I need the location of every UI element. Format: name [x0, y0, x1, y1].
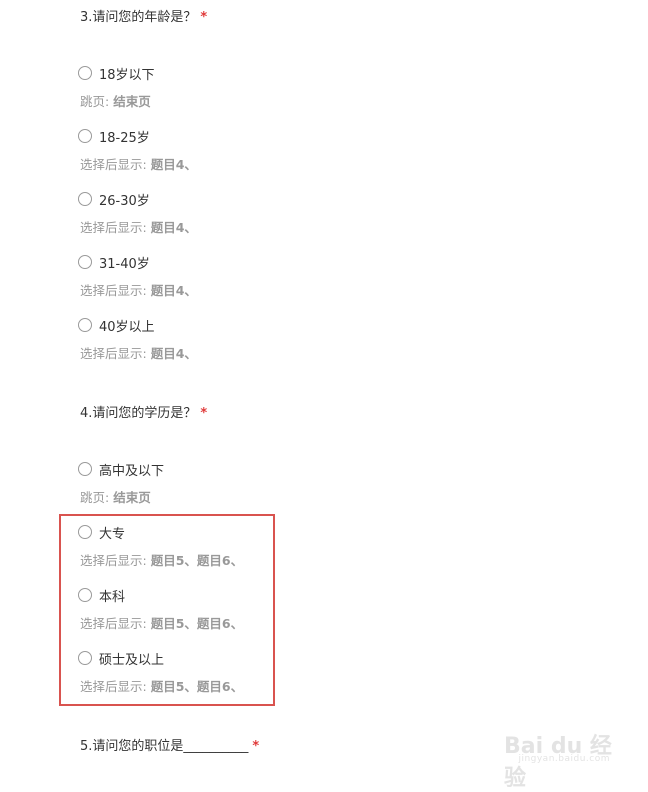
- option-note: 选择后显示: 题目4、: [80, 217, 197, 236]
- option-note: 选择后显示: 题目4、: [80, 343, 197, 362]
- question-4-title: 4.请问您的学历是？ *: [80, 402, 207, 421]
- option-q3-18-25[interactable]: 18-25岁: [78, 127, 150, 146]
- note-value: 题目4、: [150, 283, 197, 298]
- note-value: 题目5、题目6、: [150, 553, 244, 568]
- question-4-text: 4.请问您的学历是？: [80, 406, 197, 421]
- radio-icon[interactable]: [78, 129, 92, 143]
- option-label: 大专: [99, 526, 126, 542]
- option-note: 选择后显示: 题目5、题目6、: [80, 550, 243, 569]
- note-value: 题目4、: [150, 220, 197, 235]
- note-prefix: 选择后显示:: [80, 679, 147, 694]
- option-note: 选择后显示: 题目5、题目6、: [80, 676, 243, 695]
- note-prefix: 选择后显示:: [80, 553, 147, 568]
- note-value: 题目5、题目6、: [150, 679, 244, 694]
- baidu-jingyan-watermark: Bai du 经验 jingyan.baidu.com: [504, 726, 614, 791]
- option-note: 选择后显示: 题目4、: [80, 154, 197, 173]
- note-prefix: 选择后显示:: [80, 283, 147, 298]
- option-label: 31-40岁: [99, 256, 150, 272]
- radio-icon[interactable]: [78, 525, 92, 539]
- option-q4-master-above[interactable]: 硕士及以上: [78, 649, 165, 668]
- note-prefix: 跳页:: [80, 94, 110, 109]
- option-label: 硕士及以上: [99, 652, 165, 668]
- option-q3-over-40[interactable]: 40岁以上: [78, 316, 155, 335]
- option-q4-bachelor[interactable]: 本科: [78, 586, 126, 605]
- question-3-text: 3.请问您的年龄是？: [80, 10, 197, 25]
- question-5-title: 5.请问您的职位是__________ *: [80, 735, 259, 754]
- radio-icon[interactable]: [78, 255, 92, 269]
- note-prefix: 跳页:: [80, 490, 110, 505]
- option-q4-junior-college[interactable]: 大专: [78, 523, 126, 542]
- note-value: 结束页: [113, 490, 151, 505]
- watermark-url: jingyan.baidu.com: [518, 754, 610, 764]
- note-value: 题目5、题目6、: [150, 616, 244, 631]
- radio-icon[interactable]: [78, 651, 92, 665]
- question-3-title: 3.请问您的年龄是？ *: [80, 6, 207, 25]
- note-prefix: 选择后显示:: [80, 220, 147, 235]
- option-note: 跳页: 结束页: [80, 487, 151, 506]
- option-note: 选择后显示: 题目5、题目6、: [80, 613, 243, 632]
- note-prefix: 选择后显示:: [80, 157, 147, 172]
- note-prefix: 选择后显示:: [80, 616, 147, 631]
- radio-icon[interactable]: [78, 192, 92, 206]
- option-q4-high-school[interactable]: 高中及以下: [78, 460, 165, 479]
- option-label: 18-25岁: [99, 130, 150, 146]
- note-value: 题目4、: [150, 157, 197, 172]
- required-mark: *: [252, 739, 260, 754]
- required-mark: *: [200, 406, 208, 421]
- option-label: 本科: [99, 589, 126, 605]
- radio-icon[interactable]: [78, 318, 92, 332]
- option-label: 高中及以下: [99, 463, 165, 479]
- question-5-text: 5.请问您的职位是__________: [80, 739, 249, 754]
- option-q3-31-40[interactable]: 31-40岁: [78, 253, 150, 272]
- note-value: 题目4、: [150, 346, 197, 361]
- option-note: 跳页: 结束页: [80, 91, 151, 110]
- radio-icon[interactable]: [78, 462, 92, 476]
- option-label: 26-30岁: [99, 193, 150, 209]
- radio-icon[interactable]: [78, 66, 92, 80]
- note-value: 结束页: [113, 94, 151, 109]
- option-label: 40岁以上: [99, 319, 155, 335]
- radio-icon[interactable]: [78, 588, 92, 602]
- option-note: 选择后显示: 题目4、: [80, 280, 197, 299]
- required-mark: *: [200, 10, 208, 25]
- option-q3-under-18[interactable]: 18岁以下: [78, 64, 155, 83]
- option-label: 18岁以下: [99, 67, 155, 83]
- option-q3-26-30[interactable]: 26-30岁: [78, 190, 150, 209]
- note-prefix: 选择后显示:: [80, 346, 147, 361]
